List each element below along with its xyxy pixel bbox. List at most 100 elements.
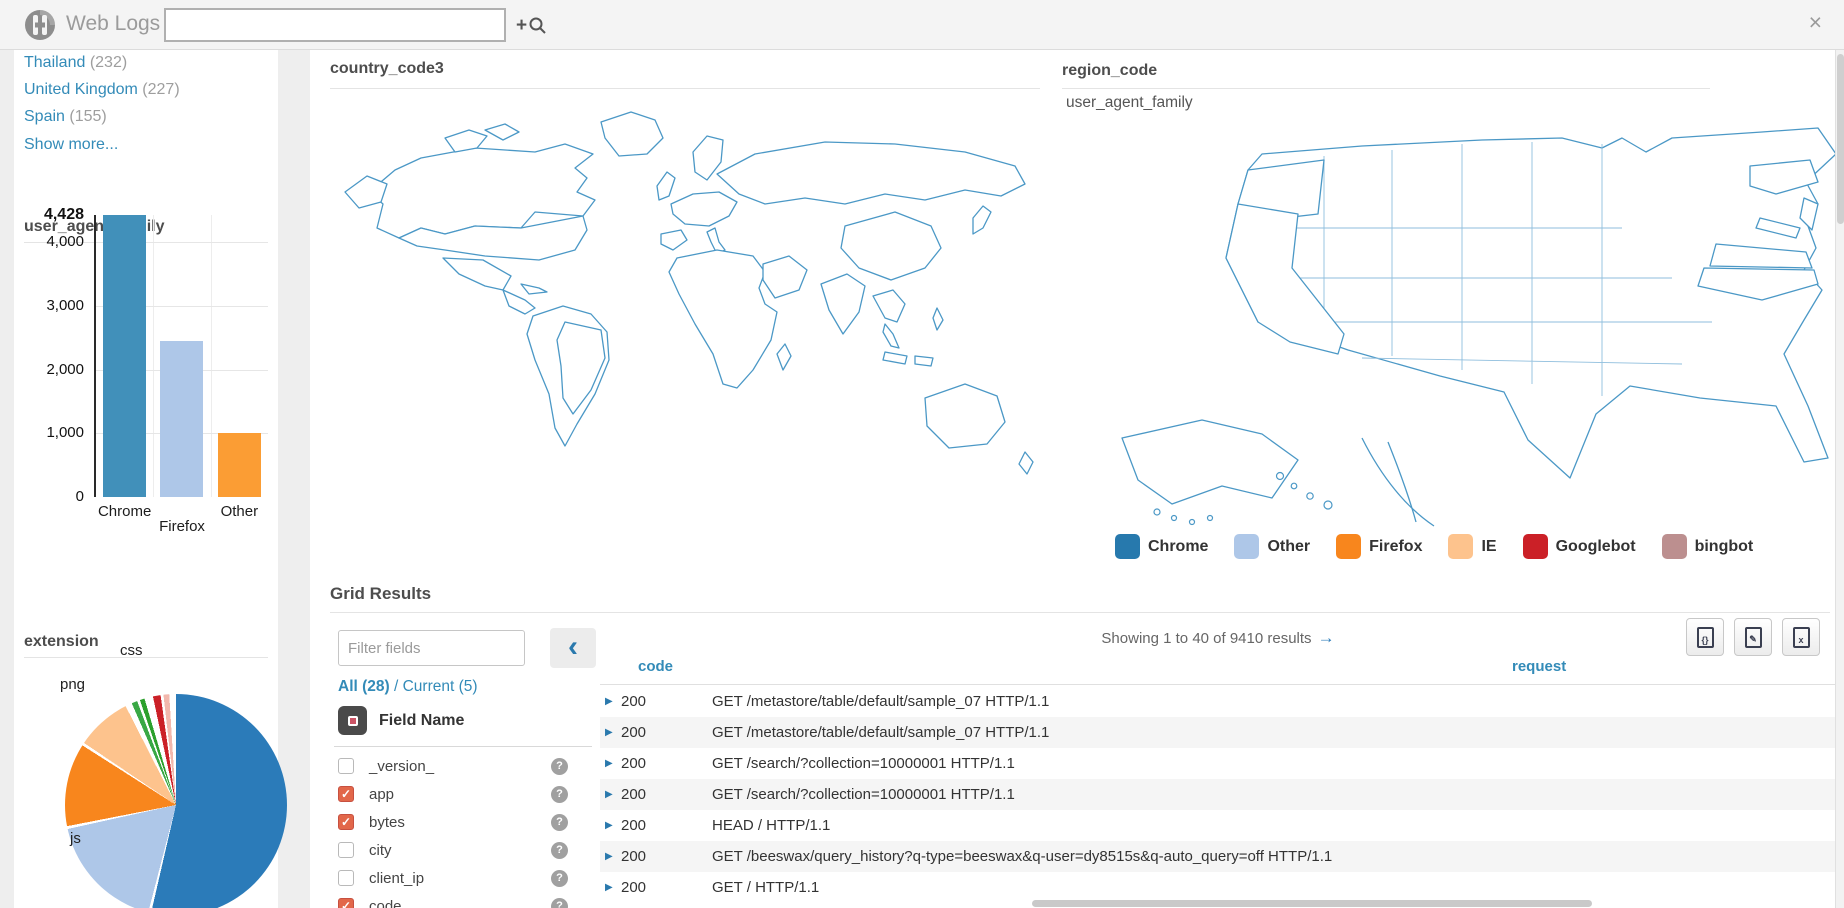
all-fields-link[interactable]: All (28) [338, 678, 390, 695]
legend-item-bingbot[interactable]: bingbot [1662, 534, 1754, 559]
bar-other[interactable] [218, 433, 261, 497]
us-states-map[interactable] [1062, 108, 1844, 528]
legend-item-ie[interactable]: IE [1448, 534, 1496, 559]
facet-link[interactable]: United Kingdom (227) [24, 81, 180, 99]
help-icon[interactable]: ? [551, 842, 568, 859]
country-spain[interactable] [661, 230, 687, 250]
country-saudi-arabia[interactable] [763, 256, 807, 298]
filter-fields-input[interactable] [338, 630, 525, 666]
state-alaska[interactable] [1122, 420, 1298, 504]
collapse-panel-button[interactable]: ‹ [550, 628, 596, 668]
field-row-city[interactable]: city? [330, 836, 596, 864]
country-madagascar[interactable] [777, 344, 791, 370]
column-header-code[interactable]: code [638, 658, 673, 675]
help-icon[interactable]: ? [551, 898, 568, 908]
continent-africa[interactable] [669, 250, 777, 388]
plus-icon: + [516, 16, 527, 35]
export-xls-button[interactable]: x [1782, 618, 1820, 656]
world-map[interactable] [325, 108, 1050, 528]
scrollbar-handle[interactable] [1837, 54, 1844, 224]
gridline [153, 215, 154, 497]
row-expander-icon[interactable]: ▶ [605, 696, 613, 707]
country-new-zealand[interactable] [1019, 452, 1033, 474]
bar-chart[interactable]: ChromeFirefoxOther [94, 215, 266, 497]
country-indonesia[interactable] [915, 356, 933, 366]
add-search-button[interactable]: + [516, 11, 556, 39]
country-malaysia[interactable] [883, 324, 899, 348]
region-europe[interactable] [671, 192, 737, 226]
bar-chrome[interactable] [103, 215, 146, 497]
table-row[interactable]: ▶200GET /search/?collection=10000001 HTT… [600, 748, 1836, 779]
country-indonesia[interactable] [883, 352, 907, 364]
cell-request: GET /search/?collection=10000001 HTTP/1.… [712, 786, 1015, 803]
field-checkbox[interactable] [338, 842, 354, 858]
help-icon[interactable]: ? [551, 814, 568, 831]
field-row-_version_[interactable]: _version_? [330, 752, 596, 780]
country-mexico[interactable] [443, 258, 511, 290]
row-expander-icon[interactable]: ▶ [605, 758, 613, 769]
country-india[interactable] [821, 274, 865, 334]
column-header-request[interactable]: request [1512, 658, 1566, 675]
close-icon[interactable]: × [1809, 11, 1822, 34]
field-row-code[interactable]: ✓code? [330, 892, 596, 908]
facet-label: United Kingdom [24, 81, 138, 98]
table-row[interactable]: ▶200GET /beeswax/query_history?q-type=be… [600, 841, 1836, 872]
legend-item-googlebot[interactable]: Googlebot [1523, 534, 1636, 559]
export-json-button[interactable]: {} [1686, 618, 1724, 656]
legend-swatch [1523, 534, 1548, 559]
table-row[interactable]: ▶200GET /metastore/table/default/sample_… [600, 686, 1836, 717]
legend-item-chrome[interactable]: Chrome [1115, 534, 1208, 559]
country-greenland[interactable] [601, 112, 663, 156]
pie-chart[interactable] [65, 694, 287, 908]
field-checkbox[interactable]: ✓ [338, 814, 354, 830]
facet-link[interactable]: Spain (155) [24, 108, 107, 126]
field-row-app[interactable]: ✓app? [330, 780, 596, 808]
y-tick-label: 4,000 [46, 233, 84, 250]
field-row-client_ip[interactable]: client_ip? [330, 864, 596, 892]
country-philippines[interactable] [933, 308, 943, 330]
row-expander-icon[interactable]: ▶ [605, 820, 613, 831]
row-expander-icon[interactable]: ▶ [605, 727, 613, 738]
cell-request: GET /metastore/table/default/sample_07 H… [712, 724, 1049, 741]
legend-item-firefox[interactable]: Firefox [1336, 534, 1422, 559]
export-pen-button[interactable]: ✎ [1734, 618, 1772, 656]
field-checkbox[interactable]: ✓ [338, 898, 354, 908]
country-alaska[interactable] [345, 176, 387, 208]
field-checkbox[interactable]: ✓ [338, 786, 354, 802]
help-icon[interactable]: ? [551, 758, 568, 775]
bar-firefox[interactable] [160, 341, 203, 497]
horizontal-scrollbar[interactable] [1032, 900, 1592, 907]
cell-request: GET / HTTP/1.1 [712, 879, 819, 896]
country-japan[interactable] [973, 206, 991, 234]
country-china[interactable] [841, 212, 941, 280]
help-icon[interactable]: ? [551, 870, 568, 887]
help-icon[interactable]: ? [551, 786, 568, 803]
toggle-all-fields-checkbox[interactable] [338, 706, 367, 735]
country-uk[interactable] [657, 172, 675, 200]
table-row[interactable]: ▶200HEAD / HTTP/1.1 [600, 810, 1836, 841]
country-australia[interactable] [925, 384, 1005, 448]
search-icon [527, 15, 547, 35]
table-row[interactable]: ▶200GET / HTTP/1.1 [600, 872, 1836, 903]
hue-logo-icon[interactable] [24, 9, 56, 41]
table-row[interactable]: ▶200GET /search/?collection=10000001 HTT… [600, 779, 1836, 810]
country-russia[interactable] [717, 142, 1025, 204]
field-checkbox[interactable] [338, 870, 354, 886]
x-tick-label: Other [221, 503, 259, 520]
row-expander-icon[interactable]: ▶ [605, 789, 613, 800]
table-row[interactable]: ▶200GET /metastore/table/default/sample_… [600, 717, 1836, 748]
legend-item-other[interactable]: Other [1234, 534, 1310, 559]
search-input[interactable] [164, 8, 506, 42]
show-more-link[interactable]: Show more... [24, 136, 118, 154]
row-expander-icon[interactable]: ▶ [605, 882, 613, 893]
country-canada-arctic[interactable] [485, 124, 519, 140]
country-cuba[interactable] [521, 284, 547, 294]
field-checkbox[interactable] [338, 758, 354, 774]
field-row-bytes[interactable]: ✓bytes? [330, 808, 596, 836]
country-thailand[interactable] [873, 290, 905, 322]
row-expander-icon[interactable]: ▶ [605, 851, 613, 862]
facet-link[interactable]: Thailand (232) [24, 54, 127, 72]
current-fields-link[interactable]: Current (5) [403, 678, 478, 695]
country-brazil[interactable] [557, 322, 605, 414]
next-page-arrow-icon[interactable]: → [1318, 628, 1335, 647]
